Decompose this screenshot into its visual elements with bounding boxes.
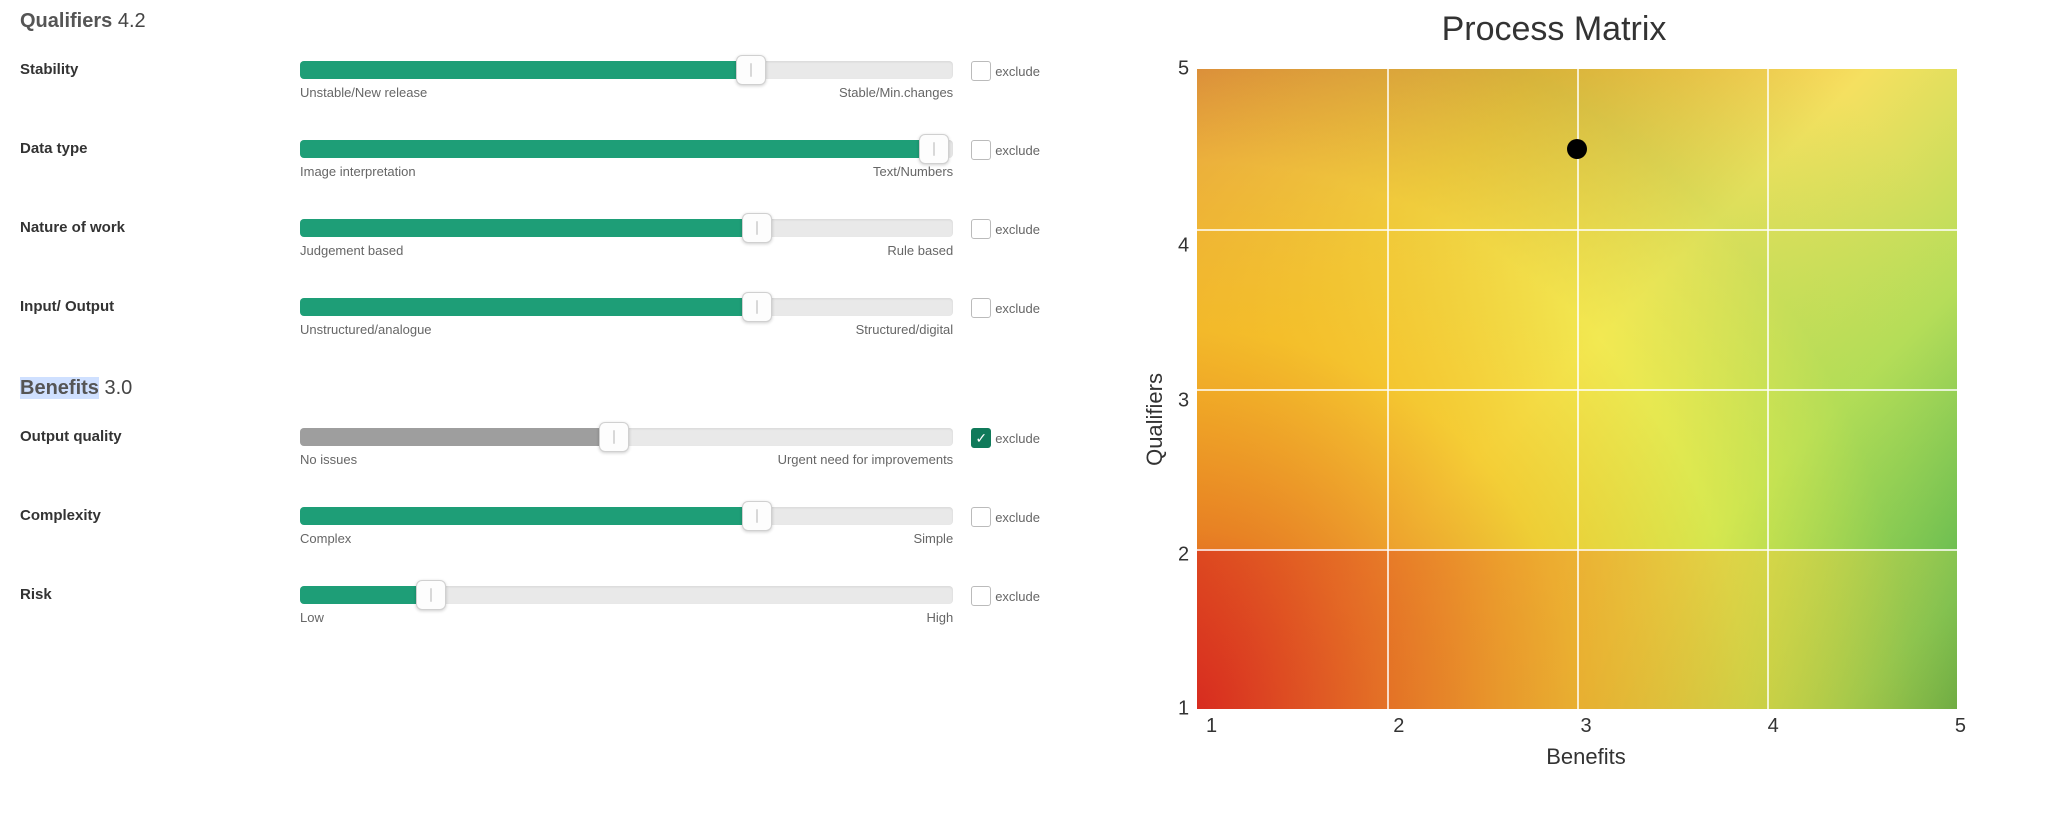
exclude-label: exclude xyxy=(995,589,1040,604)
slider-left-caption: No issues xyxy=(300,452,357,467)
slider-row-stability: Stability Unstable/New release Stable/Mi… xyxy=(20,61,1040,100)
slider-row-risk: Risk Low High exclude xyxy=(20,586,1040,625)
slider-left-caption: Judgement based xyxy=(300,243,403,258)
qualifiers-score: 4.2 xyxy=(118,10,146,32)
criteria-panel: Qualifiers 4.2 Stability Unstable/New re… xyxy=(20,10,1080,820)
y-tick: 3 xyxy=(1178,389,1189,412)
slider-label: Input/ Output xyxy=(20,298,300,315)
exclude-checkbox-risk[interactable] xyxy=(971,586,991,606)
slider-thumb[interactable] xyxy=(919,134,949,164)
exclude-checkbox-input-output[interactable] xyxy=(971,298,991,318)
slider-right-caption: Simple xyxy=(913,531,953,546)
slider-thumb[interactable] xyxy=(742,292,772,322)
x-tick: 4 xyxy=(1768,715,1779,738)
slider-thumb[interactable] xyxy=(416,580,446,610)
slider-right-caption: Urgent need for improvements xyxy=(778,452,954,467)
y-tick: 4 xyxy=(1178,235,1189,258)
slider-thumb[interactable] xyxy=(742,501,772,531)
slider-row-complexity: Complexity Complex Simple exclude xyxy=(20,507,1040,546)
slider-label: Nature of work xyxy=(20,219,300,236)
benefits-label: Benefits xyxy=(20,377,99,399)
slider-row-nature-of-work: Nature of work Judgement based Rule base… xyxy=(20,219,1040,258)
input-output-slider[interactable] xyxy=(300,298,953,316)
slider-thumb[interactable] xyxy=(742,213,772,243)
slider-label: Risk xyxy=(20,586,300,603)
exclude-checkbox-data-type[interactable] xyxy=(971,140,991,160)
slider-label: Output quality xyxy=(20,428,300,445)
y-axis-ticks: 5 4 3 2 1 xyxy=(1178,69,1189,709)
y-tick: 1 xyxy=(1178,698,1189,721)
exclude-checkbox-nature-of-work[interactable] xyxy=(971,219,991,239)
x-axis-label: Benefits xyxy=(1206,744,1966,770)
process-matrix-heatmap xyxy=(1197,69,1957,709)
y-tick: 5 xyxy=(1178,58,1189,81)
exclude-label: exclude xyxy=(995,431,1040,446)
slider-right-caption: Text/Numbers xyxy=(873,164,953,179)
matrix-data-point xyxy=(1567,139,1587,159)
data-type-slider[interactable] xyxy=(300,140,953,158)
qualifiers-label: Qualifiers xyxy=(20,10,112,32)
x-tick: 1 xyxy=(1206,715,1217,738)
exclude-label: exclude xyxy=(995,222,1040,237)
slider-right-caption: Structured/digital xyxy=(856,322,954,337)
slider-row-data-type: Data type Image interpretation Text/Numb… xyxy=(20,140,1040,179)
output-quality-slider[interactable] xyxy=(300,428,953,446)
slider-row-output-quality: Output quality No issues Urgent need for… xyxy=(20,428,1040,467)
benefits-score: 3.0 xyxy=(104,377,132,399)
slider-left-caption: Unstructured/analogue xyxy=(300,322,432,337)
slider-left-caption: Low xyxy=(300,610,324,625)
y-tick: 2 xyxy=(1178,543,1189,566)
x-tick: 2 xyxy=(1393,715,1404,738)
x-tick: 5 xyxy=(1955,715,1966,738)
slider-left-caption: Unstable/New release xyxy=(300,85,427,100)
exclude-checkbox-output-quality[interactable]: ✓ xyxy=(971,428,991,448)
x-axis-ticks: 1 2 3 4 5 xyxy=(1206,715,1966,738)
x-tick: 3 xyxy=(1580,715,1591,738)
risk-slider[interactable] xyxy=(300,586,953,604)
exclude-label: exclude xyxy=(995,143,1040,158)
exclude-label: exclude xyxy=(995,64,1040,79)
slider-thumb[interactable] xyxy=(599,422,629,452)
stability-slider[interactable] xyxy=(300,61,953,79)
slider-label: Data type xyxy=(20,140,300,157)
slider-left-caption: Complex xyxy=(300,531,351,546)
exclude-checkbox-stability[interactable] xyxy=(971,61,991,81)
chart-title: Process Matrix xyxy=(1442,10,1667,49)
benefits-header: Benefits 3.0 xyxy=(20,377,1040,400)
slider-right-caption: High xyxy=(926,610,953,625)
slider-label: Complexity xyxy=(20,507,300,524)
exclude-label: exclude xyxy=(995,301,1040,316)
exclude-label: exclude xyxy=(995,510,1040,525)
slider-left-caption: Image interpretation xyxy=(300,164,416,179)
slider-right-caption: Rule based xyxy=(887,243,953,258)
slider-label: Stability xyxy=(20,61,300,78)
qualifiers-header: Qualifiers 4.2 xyxy=(20,10,1040,33)
slider-thumb[interactable] xyxy=(736,55,766,85)
slider-row-input-output: Input/ Output Unstructured/analogue Stru… xyxy=(20,298,1040,337)
complexity-slider[interactable] xyxy=(300,507,953,525)
process-matrix-panel: Process Matrix Qualifiers 5 4 3 2 1 xyxy=(1080,10,2028,820)
exclude-checkbox-complexity[interactable] xyxy=(971,507,991,527)
y-axis-label: Qualifiers xyxy=(1142,373,1168,466)
nature-of-work-slider[interactable] xyxy=(300,219,953,237)
slider-right-caption: Stable/Min.changes xyxy=(839,85,953,100)
